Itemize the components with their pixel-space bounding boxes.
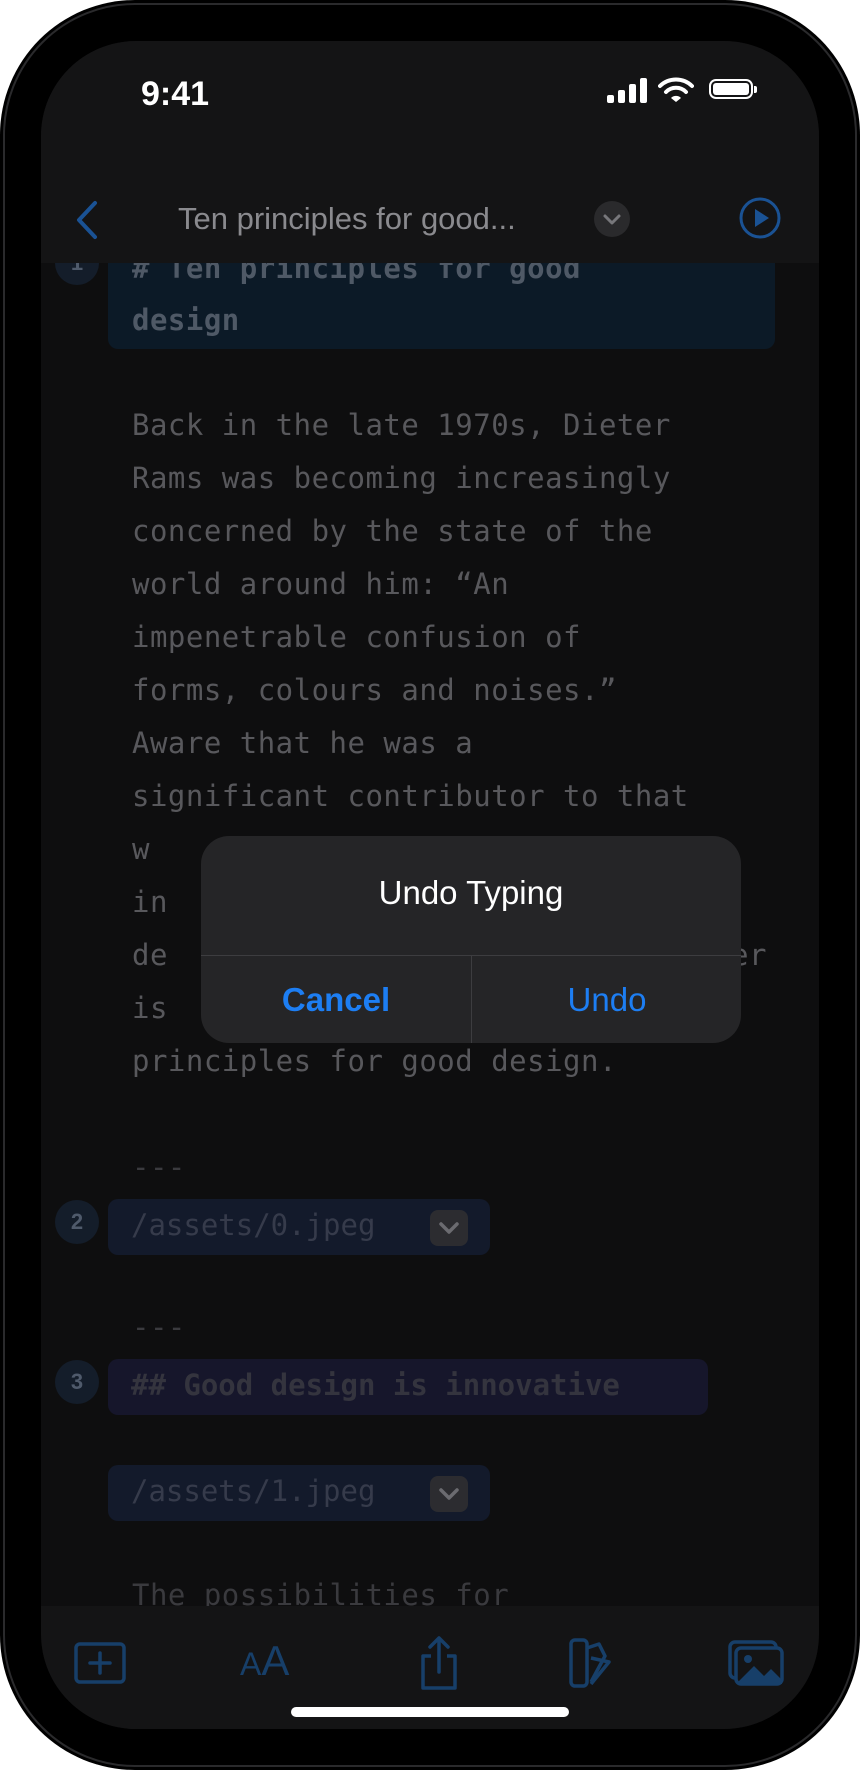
back-chevron-icon[interactable] [67, 195, 107, 245]
theme-icon[interactable] [561, 1636, 621, 1690]
play-icon[interactable] [738, 196, 782, 240]
slide-number-2[interactable]: 2 [55, 1200, 99, 1244]
cellular-signal-icon [607, 77, 647, 103]
status-time: 9:41 [141, 75, 210, 113]
heading-line: design [132, 303, 240, 337]
paragraph-line: principles for good design. [132, 1044, 617, 1078]
document-title[interactable]: Ten principles for good... [178, 201, 516, 237]
home-indicator [291, 1707, 569, 1717]
status-bar: 9:41 [41, 41, 819, 181]
paragraph-line: w [132, 832, 150, 866]
paragraph-line: Rams was becoming increasingly [132, 461, 671, 495]
paragraph-line: Aware that he was a [132, 726, 474, 760]
navigation-bar: Ten principles for good... [41, 181, 819, 263]
chevron-down-icon[interactable] [430, 1210, 468, 1246]
paragraph-line: is [132, 991, 168, 1025]
screen: 9:41 Ten principles for good... # Ten pr… [41, 41, 819, 1729]
device-frame: 9:41 Ten principles for good... # Ten pr… [0, 0, 860, 1770]
undo-typing-alert: Undo Typing Cancel Undo [201, 836, 741, 1043]
heading-line: # Ten principles for good [132, 263, 581, 285]
paragraph-line: Back in the late 1970s, Dieter [132, 408, 671, 442]
heading-text: ## Good design is innovative [131, 1368, 620, 1402]
title-chevron-icon[interactable] [594, 201, 630, 237]
battery-icon [709, 79, 757, 99]
paragraph-line: in [132, 885, 168, 919]
photo-library-icon[interactable] [726, 1636, 786, 1690]
paragraph-line: concerned by the state of the [132, 514, 653, 548]
paragraph-line: world around him: “An [132, 567, 510, 601]
image-path: /assets/0.jpeg [131, 1208, 376, 1242]
wifi-icon [658, 77, 694, 102]
chevron-down-icon[interactable] [430, 1476, 468, 1512]
paragraph-line: forms, colours and noises.” [132, 673, 617, 707]
share-icon[interactable] [409, 1636, 469, 1690]
cancel-button[interactable]: Cancel [201, 956, 471, 1043]
slide-number-1[interactable]: 1 [55, 263, 99, 285]
heading-pill[interactable]: ## Good design is innovative [108, 1359, 708, 1415]
text-size-icon[interactable]: AA [240, 1637, 289, 1685]
slide-separator: --- [132, 1150, 186, 1184]
paragraph-line: significant contributor to that [132, 779, 689, 813]
alert-title: Undo Typing [378, 874, 564, 911]
slide-number-3[interactable]: 3 [55, 1360, 99, 1404]
add-slide-icon[interactable] [70, 1636, 130, 1690]
paragraph-line: de [132, 938, 168, 972]
slide-separator: --- [132, 1310, 186, 1344]
image-path-pill[interactable]: /assets/0.jpeg [108, 1199, 490, 1255]
image-path-pill[interactable]: /assets/1.jpeg [108, 1465, 490, 1521]
paragraph-line: impenetrable confusion of [132, 620, 581, 654]
image-path: /assets/1.jpeg [131, 1474, 376, 1508]
paragraph-line: The possibilities for [132, 1578, 510, 1606]
undo-button[interactable]: Undo [472, 956, 741, 1043]
